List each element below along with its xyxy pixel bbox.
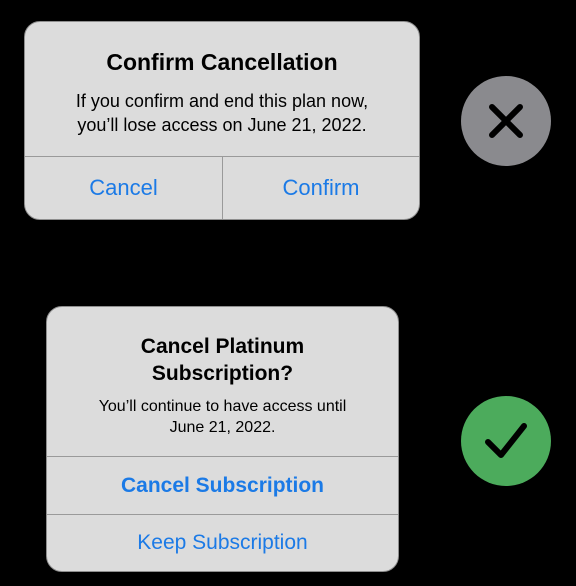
alert-message-line: June 21, 2022. [169, 419, 276, 436]
keep-subscription-button[interactable]: Keep Subscription [47, 515, 398, 571]
checkmark-icon [485, 423, 527, 458]
alert-title-line: Cancel Platinum [140, 335, 305, 358]
x-mark-icon [489, 104, 523, 138]
cancel-subscription-alert: Cancel Platinum Subscription? You’ll con… [46, 306, 399, 572]
alert-message: If you confirm and end this plan now, yo… [45, 89, 399, 137]
alert-message-line: You’ll continue to have access until [98, 398, 347, 415]
alert-message-line: you’ll lose access on June 21, 2022. [77, 115, 367, 135]
alert-message: You’ll continue to have access until Jun… [67, 396, 378, 438]
cancel-button[interactable]: Cancel [25, 157, 222, 219]
cancel-subscription-button[interactable]: Cancel Subscription [47, 457, 398, 514]
alert-message-line: If you confirm and end this plan now, [75, 91, 369, 111]
comparison-page: Confirm Cancellation If you confirm and … [0, 0, 576, 586]
alert-title-line: Subscription? [151, 362, 294, 385]
checkmark-icon [461, 396, 551, 486]
alert-title: Cancel Platinum Subscription? [67, 333, 378, 387]
alert-title: Confirm Cancellation [106, 49, 338, 75]
confirm-button[interactable]: Confirm [223, 157, 419, 219]
x-mark-icon [461, 76, 551, 166]
confirm-cancellation-alert: Confirm Cancellation If you confirm and … [24, 21, 420, 220]
